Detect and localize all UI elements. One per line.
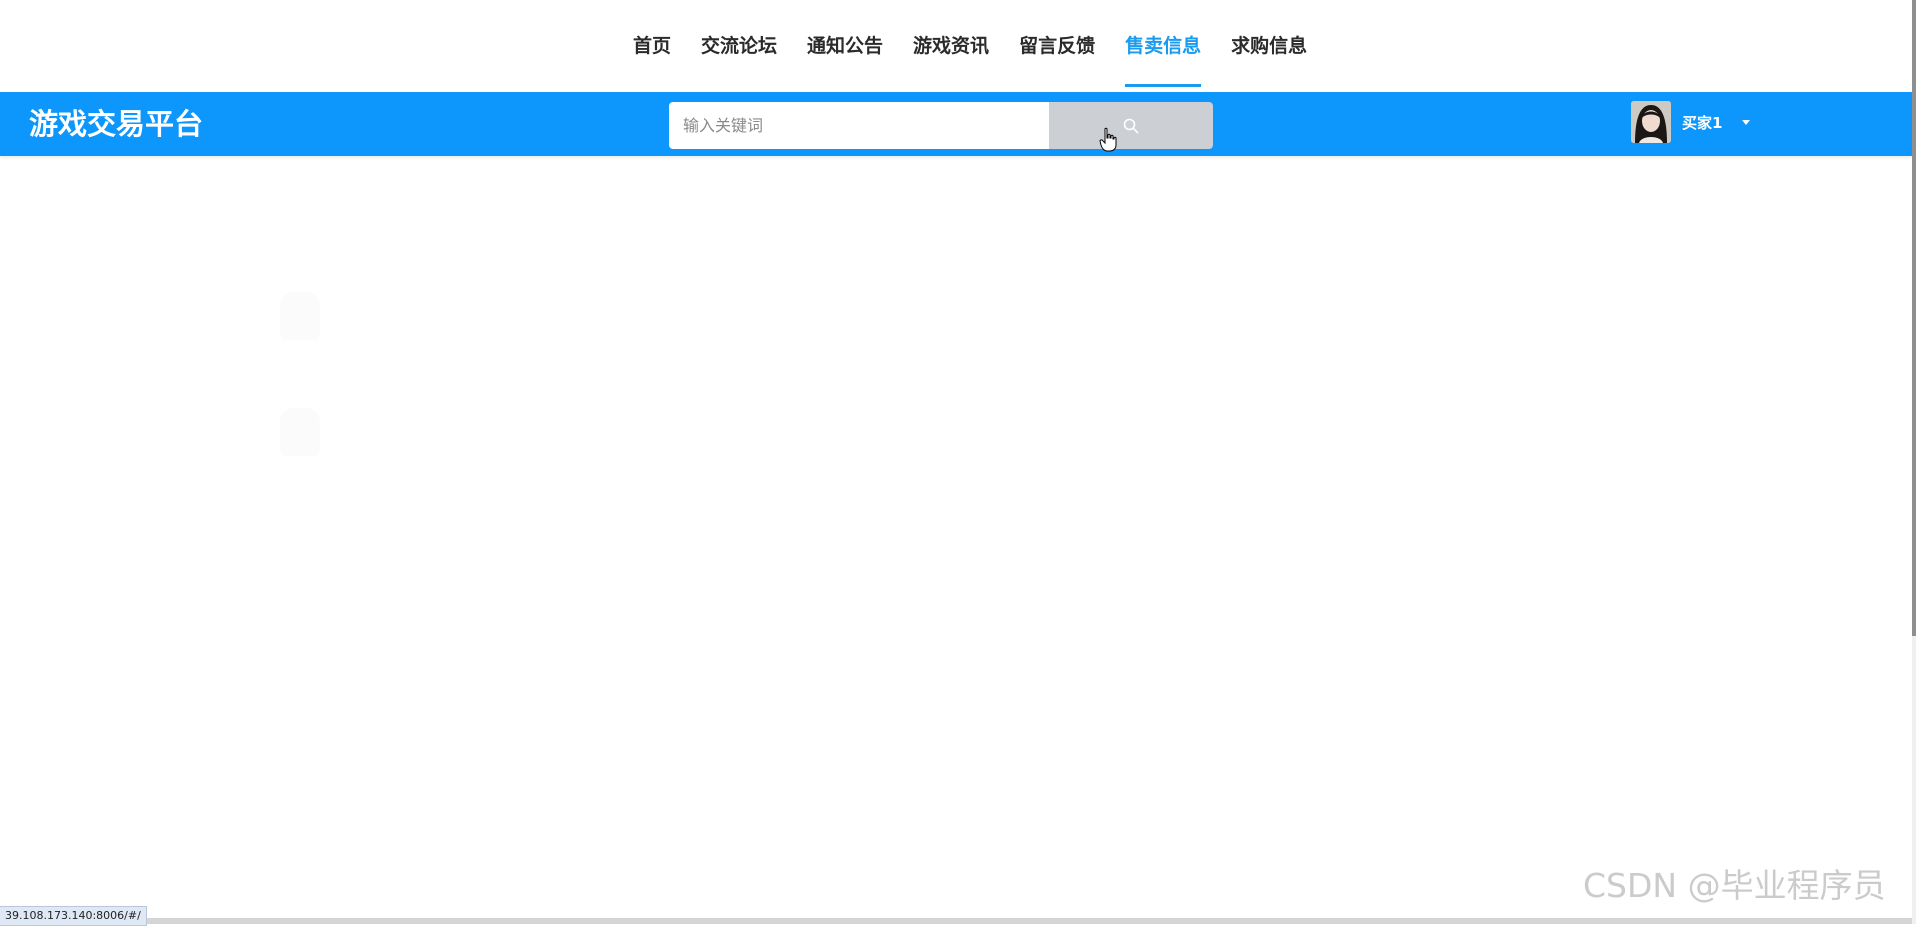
search-button[interactable] <box>1049 102 1213 149</box>
hand-cursor-icon <box>1099 127 1117 152</box>
username[interactable]: 买家1 <box>1682 112 1722 133</box>
nav-item-home[interactable]: 首页 <box>633 34 671 58</box>
nav-item-notices[interactable]: 通知公告 <box>807 34 883 58</box>
nav-item-game-news[interactable]: 游戏资讯 <box>913 34 989 58</box>
user-menu[interactable]: 买家1 <box>1631 100 1751 144</box>
placeholder-shape <box>280 292 320 340</box>
nav-item-purchase-info[interactable]: 求购信息 <box>1231 34 1307 58</box>
site-brand[interactable]: 游戏交易平台 <box>29 107 203 141</box>
avatar[interactable] <box>1631 101 1671 143</box>
nav-item-forum[interactable]: 交流论坛 <box>701 34 777 58</box>
avatar-photo-icon <box>1631 101 1671 143</box>
top-navigation: 首页 交流论坛 通知公告 游戏资讯 留言反馈 售卖信息 求购信息 <box>0 0 1916 92</box>
status-bar-url: 39.108.173.140:8006/#/ <box>0 906 147 926</box>
nav-item-feedback[interactable]: 留言反馈 <box>1019 34 1095 58</box>
watermark: CSDN @毕业程序员 <box>1583 866 1886 905</box>
search-icon <box>1123 118 1139 133</box>
caret-down-icon[interactable] <box>1742 119 1751 125</box>
search-input[interactable] <box>669 102 1049 149</box>
vertical-scrollbar-thumb[interactable] <box>1912 0 1916 636</box>
placeholder-shape <box>280 408 320 456</box>
nav-item-sale-info[interactable]: 售卖信息 <box>1125 34 1202 87</box>
horizontal-scrollbar[interactable] <box>0 918 1912 924</box>
nav-menu: 首页 交流论坛 通知公告 游戏资讯 留言反馈 售卖信息 求购信息 <box>633 34 1337 87</box>
header-bar: 游戏交易平台 买家1 <box>0 92 1912 156</box>
